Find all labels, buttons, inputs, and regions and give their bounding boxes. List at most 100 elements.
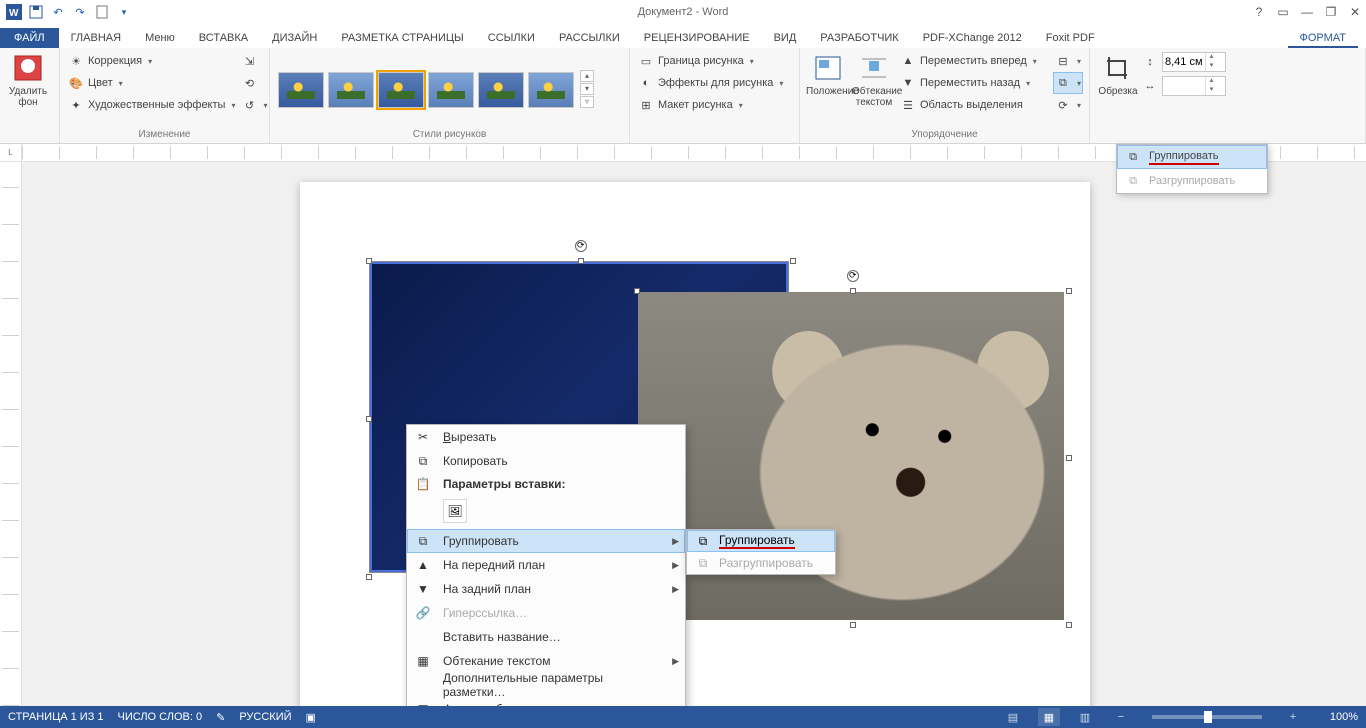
resize-handle[interactable] <box>366 258 372 264</box>
picture-styles-gallery[interactable] <box>276 70 576 110</box>
width-input[interactable]: ▴▾ <box>1162 76 1226 96</box>
ctx-wrap[interactable]: ▦Обтекание текстом▶ <box>407 649 685 673</box>
zoom-slider[interactable] <box>1152 715 1262 719</box>
resize-handle[interactable] <box>366 574 372 580</box>
document-area[interactable]: Стиль Заливка Контур ✂Вырезать ⧉Копирова… <box>0 162 1366 706</box>
selection-pane-button[interactable]: ☰Область выделения <box>898 94 1051 116</box>
height-input[interactable]: ▴▾ <box>1162 52 1226 72</box>
status-proofing-icon[interactable]: ✎ <box>216 711 225 724</box>
bring-forward-button[interactable]: ▲Переместить вперед <box>898 50 1051 72</box>
dropdown-group-item[interactable]: ⧉ Группировать <box>1117 145 1267 169</box>
tab-view[interactable]: ВИД <box>762 28 809 48</box>
color-button[interactable]: 🎨Цвет <box>66 72 237 94</box>
send-backward-button[interactable]: ▼Переместить назад <box>898 72 1051 94</box>
resize-handle[interactable] <box>578 258 584 264</box>
restore-button[interactable]: ❐ <box>1322 3 1340 21</box>
status-language[interactable]: РУССКИЙ <box>239 711 291 723</box>
tab-insert[interactable]: ВСТАВКА <box>187 28 260 48</box>
resize-handle[interactable] <box>366 416 372 422</box>
remove-background-button[interactable]: Удалить фон <box>6 50 50 108</box>
picture-border-button[interactable]: ▭Граница рисунка <box>636 50 793 72</box>
gallery-up-icon[interactable]: ▴ <box>580 70 594 82</box>
status-macro-icon[interactable]: ▣ <box>306 711 316 724</box>
status-word-count[interactable]: ЧИСЛО СЛОВ: 0 <box>118 711 203 723</box>
view-print-icon[interactable]: ▦ <box>1038 708 1060 726</box>
redo-icon[interactable]: ↷ <box>70 2 90 22</box>
ctx-cut[interactable]: ✂Вырезать <box>407 425 685 449</box>
submenu-ungroup[interactable]: ⧉Разгруппировать <box>687 552 835 574</box>
ruler-corner: L <box>0 144 22 162</box>
status-page[interactable]: СТРАНИЦА 1 ИЗ 1 <box>8 711 104 723</box>
close-button[interactable]: ✕ <box>1346 3 1364 21</box>
new-doc-icon[interactable] <box>92 2 112 22</box>
ctx-format-object[interactable]: ◧Формат объекта… <box>407 697 685 706</box>
resize-handle[interactable] <box>1066 622 1072 628</box>
word-icon[interactable]: W <box>4 2 24 22</box>
tab-foxit[interactable]: Foxit PDF <box>1034 28 1107 48</box>
tab-menu[interactable]: Меню <box>133 28 187 48</box>
paste-option-picture[interactable]: 🖼 <box>443 499 467 523</box>
ribbon-display-options-icon[interactable]: ▭ <box>1274 3 1292 21</box>
zoom-in-button[interactable]: + <box>1282 708 1304 726</box>
undo-icon[interactable]: ↶ <box>48 2 68 22</box>
ctx-group[interactable]: ⧉Группировать▶ <box>407 529 685 553</box>
link-icon: 🔗 <box>413 604 433 622</box>
help-button[interactable]: ? <box>1250 3 1268 21</box>
gallery-down-icon[interactable]: ▾ <box>580 83 594 95</box>
group-dropdown: ⧉ Группировать ⧉ Разгруппировать <box>1116 144 1268 194</box>
crop-button[interactable]: Обрезка <box>1096 50 1140 97</box>
tab-file[interactable]: ФАЙЛ <box>0 28 59 48</box>
resize-handle[interactable] <box>634 288 640 294</box>
ctx-paste-header: 📋Параметры вставки: <box>407 473 685 495</box>
vertical-ruler[interactable] <box>0 162 22 706</box>
view-read-icon[interactable]: ▤ <box>1002 708 1024 726</box>
wrap-text-button[interactable]: Обтекание текстом <box>852 50 896 108</box>
tab-references[interactable]: ССЫЛКИ <box>476 28 547 48</box>
change-picture-icon[interactable]: ⟲ <box>239 72 269 94</box>
ribbon: Удалить фон ☀Коррекция 🎨Цвет ✦Художестве… <box>0 48 1366 144</box>
rotation-handle[interactable] <box>575 240 587 252</box>
window-title: Документ2 - Word <box>638 6 729 18</box>
tab-review[interactable]: РЕЦЕНЗИРОВАНИЕ <box>632 28 762 48</box>
resize-handle[interactable] <box>790 258 796 264</box>
rotation-handle[interactable] <box>847 270 859 282</box>
picture-layout-button[interactable]: ⊞Макет рисунка <box>636 94 793 116</box>
rotate-button[interactable]: ⟳ <box>1053 94 1083 116</box>
ctx-copy[interactable]: ⧉Копировать <box>407 449 685 473</box>
picture-effects-button[interactable]: ◐Эффекты для рисунка <box>636 72 793 94</box>
send-back-icon: ▼ <box>413 580 433 598</box>
resize-handle[interactable] <box>1066 455 1072 461</box>
zoom-level[interactable]: 100% <box>1318 711 1358 723</box>
zoom-out-button[interactable]: − <box>1110 708 1132 726</box>
qat-customize-icon[interactable]: ▾ <box>114 2 134 22</box>
submenu-group[interactable]: ⧉Группировать <box>687 530 835 552</box>
dropdown-ungroup-item[interactable]: ⧉ Разгруппировать <box>1117 169 1267 193</box>
tab-home[interactable]: ГЛАВНАЯ <box>59 28 133 48</box>
tab-format[interactable]: ФОРМАТ <box>1288 28 1359 48</box>
tab-layout[interactable]: РАЗМЕТКА СТРАНИЦЫ <box>329 28 475 48</box>
ctx-caption[interactable]: Вставить название… <box>407 625 685 649</box>
tab-mailings[interactable]: РАССЫЛКИ <box>547 28 632 48</box>
tab-pdfxchange[interactable]: PDF-XChange 2012 <box>911 28 1034 48</box>
minimize-button[interactable]: — <box>1298 3 1316 21</box>
position-button[interactable]: Положение <box>806 50 850 97</box>
gallery-more-icon[interactable]: ▿ <box>580 96 594 108</box>
resize-handle[interactable] <box>850 288 856 294</box>
align-button[interactable]: ⊟ <box>1053 50 1083 72</box>
view-web-icon[interactable]: ▥ <box>1074 708 1096 726</box>
tab-design[interactable]: ДИЗАЙН <box>260 28 329 48</box>
group-button[interactable]: ⧉ <box>1053 72 1083 94</box>
artistic-effects-button[interactable]: ✦Художественные эффекты <box>66 94 237 116</box>
save-icon[interactable] <box>26 2 46 22</box>
ctx-more-layout[interactable]: Дополнительные параметры разметки… <box>407 673 685 697</box>
ctx-bring-front[interactable]: ▲На передний план▶ <box>407 553 685 577</box>
ribbon-tabs: ФАЙЛ ГЛАВНАЯ Меню ВСТАВКА ДИЗАЙН РАЗМЕТК… <box>0 24 1366 48</box>
resize-handle[interactable] <box>1066 288 1072 294</box>
tab-developer[interactable]: РАЗРАБОТЧИК <box>808 28 910 48</box>
corrections-button[interactable]: ☀Коррекция <box>66 50 237 72</box>
ctx-send-back[interactable]: ▼На задний план▶ <box>407 577 685 601</box>
compress-pictures-icon[interactable]: ⇲ <box>239 50 269 72</box>
height-icon: ↕ <box>1142 54 1158 70</box>
reset-picture-icon[interactable]: ↺ <box>239 94 269 116</box>
resize-handle[interactable] <box>850 622 856 628</box>
